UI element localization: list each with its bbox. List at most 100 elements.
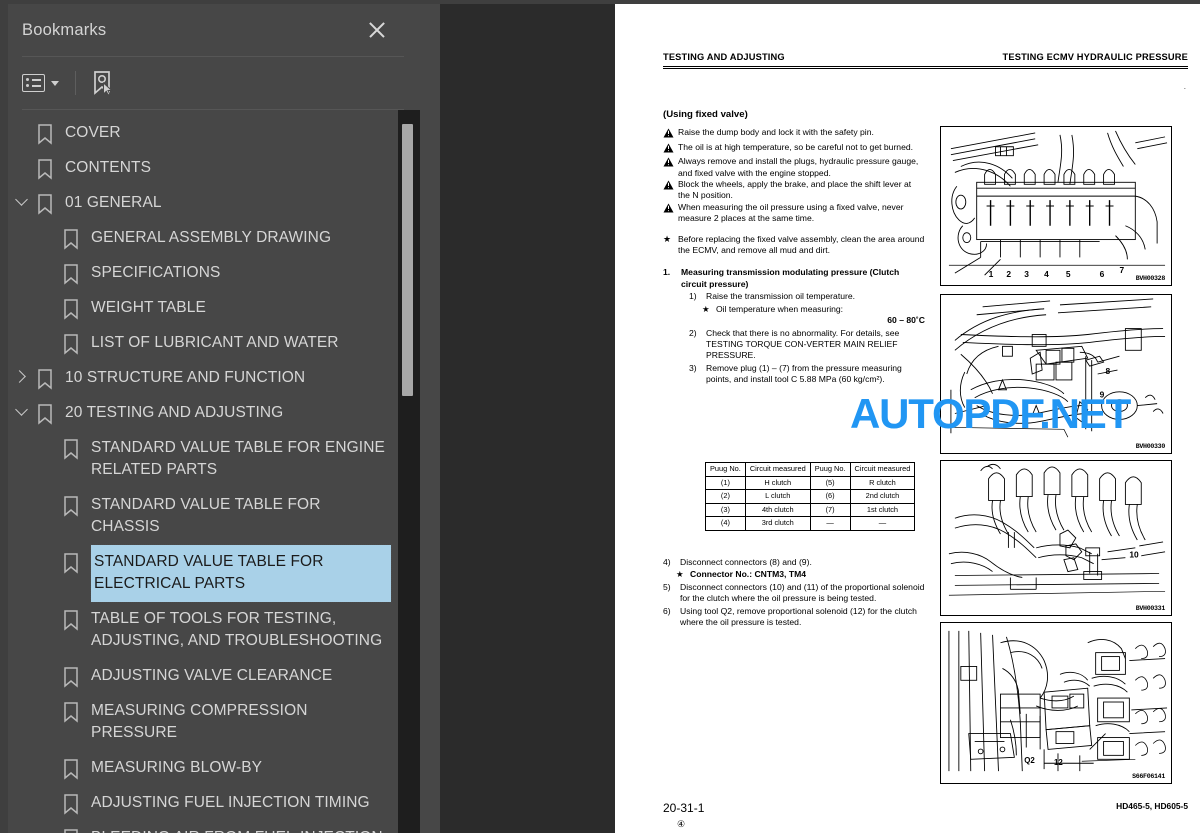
bookmark-label: STANDARD VALUE TABLE FOR ENGINE RELATED …	[91, 439, 385, 478]
warning-text: Raise the dump body and lock it with the…	[678, 127, 874, 138]
substep-5-number: 5)	[663, 581, 671, 592]
sidebar-scrollbar[interactable]	[398, 110, 420, 833]
bookmark-item[interactable]: ADJUSTING VALVE CLEARANCE	[8, 659, 398, 694]
bookmark-item[interactable]: STANDARD VALUE TABLE FOR ELECTRICAL PART…	[8, 544, 398, 603]
bookmark-icon	[60, 701, 82, 723]
figure-3[interactable]: 10 BVH00331	[940, 460, 1172, 616]
table-cell: H clutch	[744, 475, 811, 491]
substep-6-number: 6)	[663, 605, 671, 616]
bookmark-item[interactable]: LIST OF LUBRICANT AND WATER	[8, 326, 398, 361]
svg-text:6: 6	[1100, 269, 1105, 279]
substep-5: 5) Disconnect connectors (10) and (11) o…	[663, 582, 925, 605]
model-designation: HD465-5, HD605-5	[1116, 801, 1188, 811]
bookmark-item[interactable]: 01 GENERAL	[8, 186, 398, 221]
warning-item: Block the wheels, apply the brake, and p…	[663, 179, 925, 202]
svg-text:Q2: Q2	[1024, 756, 1035, 765]
watermark: AUTOPDF.NET	[850, 390, 1131, 437]
substep-1-number: 1)	[689, 291, 697, 302]
svg-text:4: 4	[1044, 269, 1049, 279]
warning-item: Always remove and install the plugs, hyd…	[663, 156, 925, 179]
bookmark-item[interactable]: TABLE OF TOOLS FOR TESTING, ADJUSTING, A…	[8, 602, 398, 659]
substep-6-text: Using tool Q2, remove proportional solen…	[680, 605, 917, 628]
bookmark-label: MEASURING COMPRESSION PRESSURE	[91, 702, 308, 741]
figure-3-code: BVH00331	[1135, 605, 1166, 612]
bookmark-item[interactable]: MEASURING COMPRESSION PRESSURE	[8, 694, 398, 751]
table-header-cell: Circuit measured	[849, 462, 916, 477]
bookmark-icon	[34, 368, 56, 390]
table-header-cell: Circuit measured	[744, 462, 811, 477]
table-cell: (3)	[705, 502, 746, 518]
close-icon[interactable]	[364, 17, 390, 43]
bookmark-item[interactable]: GENERAL ASSEMBLY DRAWING	[8, 221, 398, 256]
bookmark-label: TABLE OF TOOLS FOR TESTING, ADJUSTING, A…	[91, 610, 383, 649]
chevron-down-icon[interactable]	[8, 186, 34, 206]
new-bookmark-button[interactable]	[90, 70, 114, 96]
bookmark-icon	[34, 158, 56, 180]
document-viewer: TESTING AND ADJUSTING TESTING ECMV HYDRA…	[420, 0, 1200, 833]
table-header-row: Puug No. Circuit measured Puug No. Circuit …	[705, 462, 916, 477]
table-cell: (4)	[705, 516, 746, 531]
substep-3-number: 3)	[689, 362, 697, 373]
svg-text:8: 8	[1106, 366, 1111, 376]
warning-item: The oil is at high temperature, so be ca…	[663, 142, 925, 156]
twisty-spacer	[34, 602, 60, 613]
bookmark-item[interactable]: BLEEDING AIR FROM FUEL-INJECTION PUMP	[8, 821, 398, 833]
list-options-button[interactable]	[22, 74, 59, 92]
bookmark-icon	[60, 552, 82, 574]
table-row: (1) H clutch (5) R clutch	[705, 475, 916, 491]
warning-text: The oil is at high temperature, so be ca…	[678, 141, 914, 152]
bookmark-item[interactable]: ADJUSTING FUEL INJECTION TIMING	[8, 786, 398, 821]
warning-text: When measuring the oil pressure using a …	[678, 201, 904, 224]
table-header-cell: Puug No.	[809, 462, 851, 477]
warning-triangle-icon	[663, 202, 678, 216]
bookmark-item[interactable]: STANDARD VALUE TABLE FOR ENGINE RELATED …	[8, 431, 398, 488]
warning-item: When measuring the oil pressure using a …	[663, 202, 925, 225]
bookmarks-tree: COVER CONTENTS 01 GENERAL GENERAL ASSEMBLY …	[8, 110, 398, 833]
substep-2-text: Check that there is no abnormality. For …	[706, 327, 900, 361]
sidebar-scrollbar-thumb[interactable]	[402, 124, 413, 396]
table-cell: R clutch	[849, 475, 916, 491]
page-revision-mark: ④	[677, 819, 686, 829]
figure-1[interactable]: 1 2 3 4 5 6 7 BVH00328	[940, 126, 1172, 286]
bookmark-item[interactable]: WEIGHT TABLE	[8, 291, 398, 326]
bookmark-item[interactable]: SPECIFICATIONS	[8, 256, 398, 291]
chevron-down-icon[interactable]	[8, 396, 34, 416]
bookmark-label: GENERAL ASSEMBLY DRAWING	[91, 229, 332, 246]
figure-4[interactable]: Q2 12 S66F06141	[940, 622, 1172, 784]
svg-text:7: 7	[1119, 265, 1124, 275]
twisty-spacer	[34, 751, 60, 762]
table-row: (4) 3rd clutch — —	[705, 516, 916, 531]
bookmark-icon	[60, 298, 82, 320]
bookmark-label: LIST OF LUBRICANT AND WATER	[91, 334, 339, 351]
page-mark: .	[1183, 82, 1186, 91]
table-cell: (6)	[809, 489, 851, 504]
chevron-down-icon	[51, 80, 59, 86]
twisty-spacer	[34, 786, 60, 797]
bookmark-label: STANDARD VALUE TABLE FOR ELECTRICAL PART…	[90, 544, 392, 603]
substep-6: 6) Using tool Q2, remove proportional so…	[663, 606, 925, 629]
svg-text:5: 5	[1066, 269, 1071, 279]
svg-text:2: 2	[1006, 269, 1011, 279]
substep-4-note: ★ Connector No.: CNTM3, TM4	[663, 569, 925, 580]
chevron-right-icon[interactable]	[8, 361, 34, 383]
substep-1: 1) Raise the transmission oil temperatur…	[689, 291, 925, 302]
substep-1-value: 60 – 80˚C	[887, 315, 925, 326]
bookmark-item[interactable]: COVER	[8, 116, 398, 151]
warning-triangle-icon	[663, 142, 678, 156]
warning-triangle-icon	[663, 156, 678, 170]
substep-2: 2) Check that there is no abnormality. F…	[689, 328, 925, 362]
bookmark-icon	[34, 123, 56, 145]
bookmark-item[interactable]: 20 TESTING AND ADJUSTING	[8, 396, 398, 431]
bookmark-item[interactable]: STANDARD VALUE TABLE FOR CHASSIS	[8, 488, 398, 545]
svg-text:10: 10	[1129, 550, 1139, 560]
bookmark-label: SPECIFICATIONS	[91, 264, 221, 281]
bookmark-icon	[34, 193, 56, 215]
bookmark-item[interactable]: MEASURING BLOW-BY	[8, 751, 398, 786]
bookmark-item[interactable]: CONTENTS	[8, 151, 398, 186]
header-left-text: TESTING AND ADJUSTING	[663, 52, 785, 62]
bookmark-item[interactable]: 10 STRUCTURE AND FUNCTION	[8, 361, 398, 396]
substep-1-text: Raise the transmission oil temperature.	[706, 291, 856, 302]
table-cell: (1)	[705, 475, 746, 491]
substep-3: 3) Remove plug (1) – (7) from the pressu…	[689, 363, 925, 386]
bookmark-pointer-icon	[90, 70, 114, 96]
